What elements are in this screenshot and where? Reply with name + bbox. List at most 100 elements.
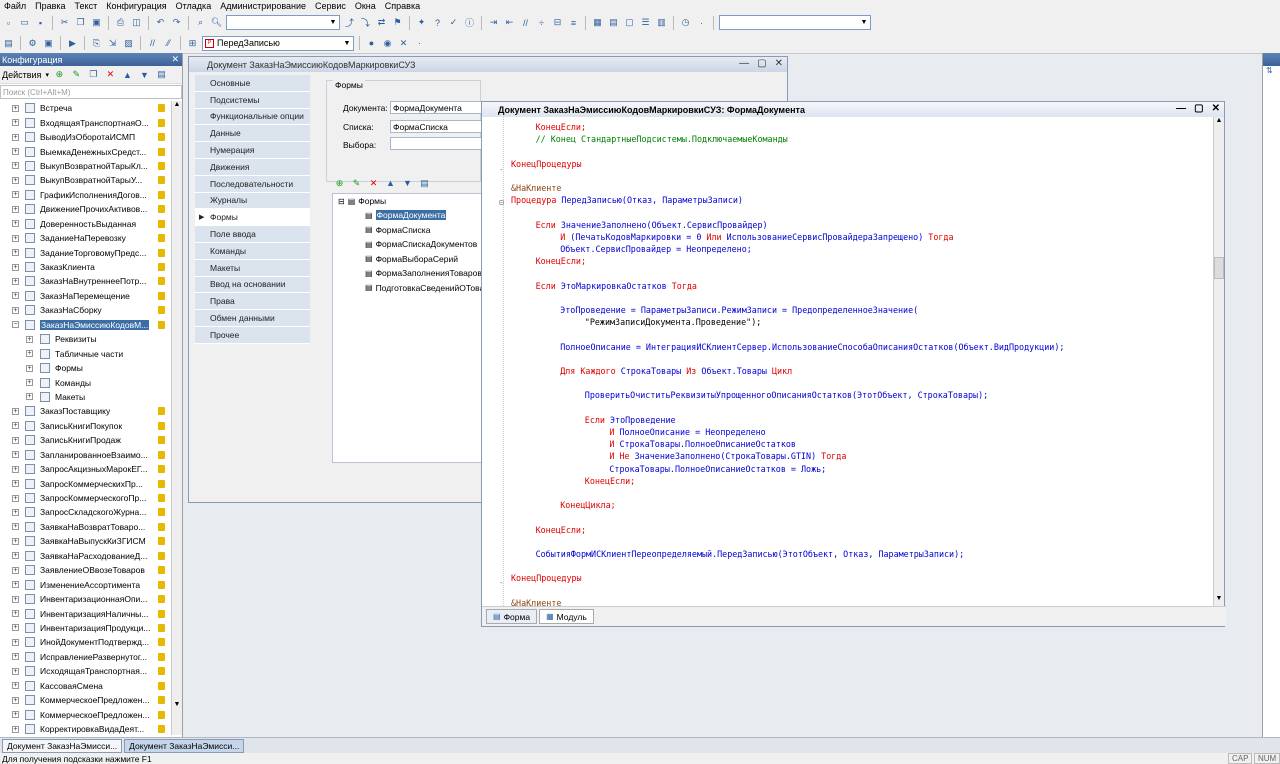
expand-icon[interactable]: +	[12, 508, 19, 516]
tree-item[interactable]: + ЗапросАкцизныхМарокЕГ...	[0, 462, 170, 476]
syntax-check-icon[interactable]: ✓	[447, 16, 460, 29]
close-icon[interactable]: ✕	[775, 58, 783, 69]
tree-item[interactable]: + ЗаданиеТорговомуПредс...	[0, 245, 170, 259]
print-icon[interactable]: ⎙	[114, 16, 127, 29]
code-line[interactable]: КонецПроцедуры	[511, 158, 582, 170]
move-down-icon[interactable]: ▼	[401, 177, 414, 190]
chevron-down-icon[interactable]: ▼	[342, 38, 352, 49]
tree-item[interactable]: + КорректировкаВидаДеят...	[0, 722, 170, 735]
nav-item[interactable]: ▶ Формы	[195, 209, 310, 227]
tree-item[interactable]: + ЗапросСкладскогоЖурна...	[0, 505, 170, 519]
add-icon[interactable]: ⊕	[53, 68, 66, 81]
nav-item[interactable]: Поле ввода	[195, 226, 310, 243]
expand-icon[interactable]: +	[12, 234, 19, 242]
nav-item[interactable]: Основные	[195, 75, 310, 92]
preview-icon[interactable]: ◫	[130, 16, 143, 29]
delete-icon[interactable]: ✕	[367, 177, 380, 190]
fold-marker-icon[interactable]: -	[499, 578, 504, 587]
tree-item[interactable]: + ДвижениеПрочихАктивов...	[0, 202, 170, 216]
expand-icon[interactable]: +	[12, 653, 19, 661]
undo-icon[interactable]: ↶	[154, 16, 167, 29]
expand-icon[interactable]: +	[12, 133, 19, 141]
help-icon[interactable]: ?	[431, 16, 444, 29]
actions-menu[interactable]: Действия	[2, 70, 41, 80]
new-document-icon[interactable]: ▫	[2, 16, 15, 29]
maximize-icon[interactable]: ▢	[757, 58, 766, 69]
run-icon[interactable]: ▶	[66, 37, 79, 50]
tree-item[interactable]: + КоммерческоеПредложен...	[0, 693, 170, 707]
code-line[interactable]: &НаКлиенте	[511, 182, 561, 194]
code-editor[interactable]: - ⊟ - КонецЕсли; // Конец СтандартныеПодсис…	[482, 117, 1212, 608]
tree-item[interactable]: + КассоваяСмена	[0, 679, 170, 693]
tree-item[interactable]: + КоммерческоеПредложен...	[0, 707, 170, 721]
expand-icon[interactable]: +	[12, 494, 19, 502]
search-icon[interactable]: 🔍︎	[210, 16, 223, 29]
expand-icon[interactable]: +	[12, 638, 19, 646]
nav-item[interactable]: Макеты	[195, 259, 310, 277]
expand-icon[interactable]: +	[12, 162, 19, 170]
expand-icon[interactable]: +	[12, 451, 19, 459]
find-prev-icon[interactable]: ⤵	[359, 16, 372, 29]
replace-icon[interactable]: ⇄	[375, 16, 388, 29]
collapse-icon[interactable]: −	[12, 321, 19, 329]
sort-icon[interactable]: ⇅	[1263, 66, 1280, 82]
tree-item[interactable]: + ИсходящаяТранспортная...	[0, 664, 170, 678]
select-form-field[interactable]	[390, 137, 482, 150]
scroll-thumb[interactable]	[1214, 257, 1224, 279]
breakpoint-toggle-icon[interactable]: ●	[365, 37, 378, 50]
tree-item[interactable]: + ЗапросКоммерческихПр...	[0, 476, 170, 490]
code-line[interactable]: // Конец СтандартныеПодсистемы.Подключае…	[536, 133, 788, 145]
code-line[interactable]: ПолноеОписание = ИнтеграцияИСКлиентСерве…	[560, 341, 1064, 353]
nav-item[interactable]: Данные	[195, 125, 310, 143]
cut-icon[interactable]: ✂	[58, 16, 71, 29]
menu-item[interactable]: Справка	[385, 1, 420, 11]
outdent-icon[interactable]: ⇤	[503, 16, 516, 29]
bookmark-icon[interactable]: ⚑	[391, 16, 404, 29]
tree-item[interactable]: + ЗапросКоммерческогоПр...	[0, 491, 170, 505]
doc-form-field[interactable]: ФормаДокумента	[390, 101, 482, 114]
expand-icon[interactable]: +	[12, 624, 19, 632]
form-item[interactable]: ▤ ФормаСписка	[333, 223, 481, 238]
breakpoint-icon[interactable]: ✦	[415, 16, 428, 29]
code-line[interactable]: КонецЦикла;	[560, 499, 615, 511]
expand-icon[interactable]: +	[12, 682, 19, 690]
move-up-icon[interactable]: ▲	[384, 177, 397, 190]
chevron-down-icon[interactable]: ▼	[859, 17, 869, 28]
expand-icon[interactable]: +	[12, 465, 19, 473]
expand-icon[interactable]: +	[12, 566, 19, 574]
stop-icon[interactable]: ▧	[122, 37, 135, 50]
tree-item[interactable]: + ЗаказКлиента	[0, 260, 170, 274]
expand-icon[interactable]: +	[12, 696, 19, 704]
nav-item[interactable]: Ввод на основании	[195, 276, 310, 294]
expand-icon[interactable]: +	[12, 537, 19, 545]
tree-item[interactable]: + ИзменениеАссортимента	[0, 577, 170, 591]
db-icon[interactable]: ▣	[42, 37, 55, 50]
code-line[interactable]: Объект.СервисПровайдер = Неопределено;	[560, 243, 752, 255]
tree-item[interactable]: + ЗаявкаНаВыпускКиЗГИСМ	[0, 534, 170, 548]
expand-icon[interactable]: +	[26, 393, 33, 401]
menu-item[interactable]: Конфигурация	[106, 1, 166, 11]
expand-icon[interactable]: +	[12, 249, 19, 257]
form-icon[interactable]: ▤	[607, 16, 620, 29]
taskbar-window-1[interactable]: Документ ЗаказНаЭмисси...	[2, 738, 123, 753]
info-icon[interactable]: ⓘ	[463, 16, 476, 29]
expand-icon[interactable]: +	[12, 581, 19, 589]
code-line[interactable]: И (ПечатьКодовМаркировки = 0 Или Использ…	[560, 231, 953, 243]
edit-icon[interactable]: ✎	[70, 68, 83, 81]
tree-item[interactable]: + ЗаявкаНаВозвратТоваро...	[0, 520, 170, 534]
collapse-icon[interactable]: ⊟	[338, 197, 345, 206]
config-search-input[interactable]: Поиск (Ctrl+Alt+M)	[0, 85, 182, 99]
menu-item[interactable]: Администрирование	[220, 1, 306, 11]
code-line[interactable]: ПроверитьОчиститьРеквизитыУпрощенногоОпи…	[585, 389, 988, 401]
code-line[interactable]: И Не ЗначениеЗаполнено(СтрокаТовары.GTIN…	[609, 450, 846, 462]
expand-icon[interactable]: +	[12, 552, 19, 560]
tree-item[interactable]: + ЗаказНаВнутреннееПотр...	[0, 274, 170, 288]
expand-icon[interactable]: +	[26, 335, 33, 343]
comment-icon[interactable]: //	[519, 16, 532, 29]
form-item[interactable]: ▤ ФормаЗаполненияТоваров	[333, 266, 481, 281]
find-icon[interactable]: ⌕	[194, 16, 207, 29]
save-icon[interactable]: ▪	[34, 16, 47, 29]
copy-icon[interactable]: ❐	[87, 68, 100, 81]
comment-block-icon[interactable]: //	[146, 37, 159, 50]
tree-child-item[interactable]: + Реквизиты	[0, 332, 170, 346]
